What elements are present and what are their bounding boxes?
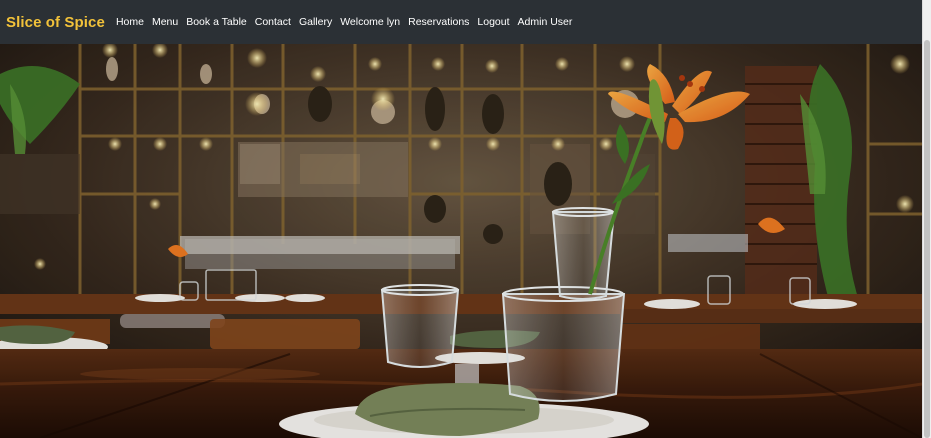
brand-logo-text[interactable]: Slice of Spice bbox=[6, 14, 105, 31]
nav-links: Home Menu Book a Table Contact Gallery W… bbox=[116, 16, 572, 28]
nav-book-table-link[interactable]: Book a Table bbox=[186, 16, 247, 28]
nav-gallery-link[interactable]: Gallery bbox=[299, 16, 332, 28]
nav-menu-link[interactable]: Menu bbox=[152, 16, 178, 28]
nav-welcome-user-link[interactable]: Welcome lyn bbox=[340, 16, 400, 28]
hero-restaurant-image bbox=[0, 44, 922, 438]
nav-logout-link[interactable]: Logout bbox=[477, 16, 509, 28]
nav-contact-link[interactable]: Contact bbox=[255, 16, 291, 28]
nav-admin-user-link[interactable]: Admin User bbox=[518, 16, 573, 28]
scrollbar-thumb[interactable] bbox=[924, 40, 930, 438]
nav-reservations-link[interactable]: Reservations bbox=[408, 16, 469, 28]
top-navbar: Slice of Spice Home Menu Book a Table Co… bbox=[0, 0, 922, 44]
nav-home-link[interactable]: Home bbox=[116, 16, 144, 28]
vertical-scrollbar[interactable] bbox=[922, 0, 931, 438]
